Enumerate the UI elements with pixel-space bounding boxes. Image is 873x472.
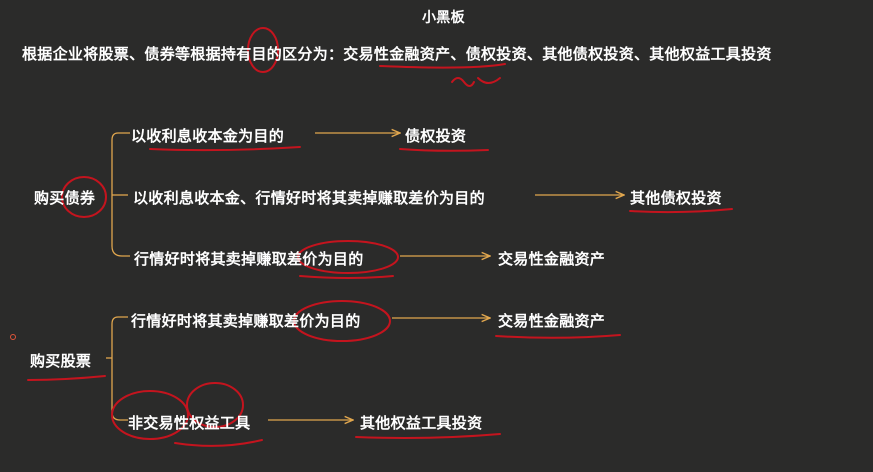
bond-result-2: 其他债权投资 — [630, 189, 722, 207]
stocks-group-label: 购买股票 — [30, 352, 92, 370]
stocks-bracket — [111, 316, 128, 421]
stock-result-2: 其他权益工具投资 — [360, 414, 483, 432]
bond-result-3: 交易性金融资产 — [498, 250, 606, 268]
marker-dot — [10, 334, 16, 340]
bond-result-1: 债权投资 — [405, 127, 467, 145]
bond-purpose-1: 以收利息收本金为目的 — [131, 127, 285, 145]
stock-purpose-1: 行情好时将其卖掉赚取差价为目的 — [131, 312, 361, 330]
bond-purpose-2: 以收利息收本金、行情好时将其卖掉赚取差价为目的 — [133, 189, 485, 207]
connector-lines — [27, 27, 733, 447]
handwritten-annotations — [27, 27, 733, 447]
bond-purpose-3: 行情好时将其卖掉赚取差价为目的 — [134, 250, 364, 268]
stock-purpose-2: 非交易性权益工具 — [128, 414, 251, 432]
blackboard: 小黑板 根据企业将股票、债券等根据持有目的区分为：交易性金融资产、债权投资、其他… — [0, 0, 873, 472]
stock-result-1: 交易性金融资产 — [498, 312, 606, 330]
intro-text: 根据企业将股票、债券等根据持有目的区分为：交易性金融资产、债权投资、其他债权投资… — [22, 45, 772, 63]
bonds-group-label: 购买债券 — [34, 189, 96, 207]
board-title: 小黑板 — [422, 10, 465, 26]
